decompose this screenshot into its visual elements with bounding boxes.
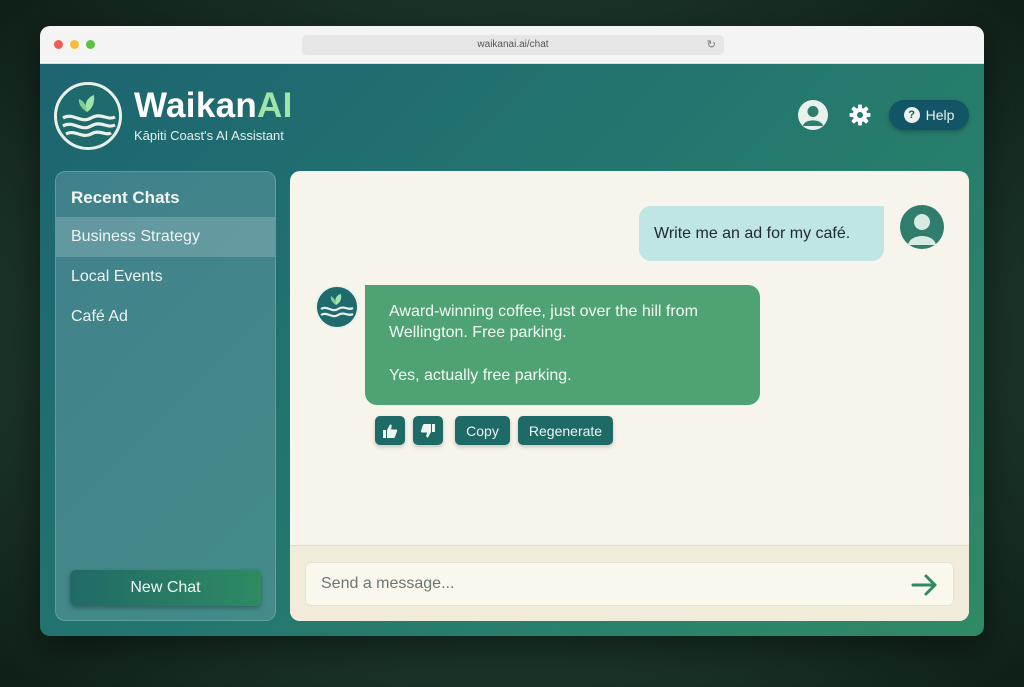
send-button[interactable]	[910, 572, 940, 598]
composer	[290, 545, 969, 621]
browser-titlebar: waikanai.ai/chat ↻	[40, 26, 984, 64]
thumbs-down-button[interactable]	[413, 416, 443, 445]
assistant-avatar-icon	[315, 285, 359, 329]
user-message-bubble: Write me an ad for my café.	[639, 206, 884, 261]
maximize-window-button[interactable]	[86, 40, 95, 49]
assistant-message-paragraph: Award-winning coffee, just over the hill…	[389, 303, 698, 341]
new-chat-button[interactable]: New Chat	[70, 570, 261, 606]
brand-title: WaikanAI	[134, 86, 293, 126]
address-bar[interactable]: waikanai.ai/chat ↻	[302, 35, 724, 55]
help-icon: ?	[903, 107, 920, 123]
sidebar-item-local-events[interactable]: Local Events	[56, 257, 275, 297]
chat-panel: Write me an ad for my café. Award-winnin…	[290, 171, 969, 621]
copy-button[interactable]: Copy	[455, 416, 510, 445]
app-area: WaikanAI Kāpiti Coast's AI Assistant ? H…	[40, 64, 984, 636]
message-input[interactable]	[305, 562, 954, 606]
user-avatar	[900, 205, 944, 249]
reload-icon[interactable]: ↻	[707, 35, 716, 55]
thumbs-up-icon	[383, 424, 398, 438]
regenerate-button[interactable]: Regenerate	[518, 416, 613, 445]
arrow-right-icon	[911, 574, 937, 596]
help-label: Help	[925, 107, 955, 123]
minimize-window-button[interactable]	[70, 40, 79, 49]
window-controls	[54, 40, 95, 49]
waikanai-logo-icon	[54, 82, 122, 150]
brand-name: Waikan	[134, 86, 258, 125]
sidebar-item-business-strategy[interactable]: Business Strategy	[56, 217, 275, 257]
settings-button[interactable]	[848, 103, 872, 127]
close-window-button[interactable]	[54, 40, 63, 49]
thumbs-up-button[interactable]	[375, 416, 405, 445]
assistant-message-paragraph: Yes, actually free parking.	[389, 367, 572, 384]
sidebar: Recent Chats Business Strategy Local Eve…	[55, 171, 276, 621]
thumbs-down-icon	[420, 423, 435, 437]
user-icon	[908, 214, 936, 245]
brand-ai-suffix: AI	[257, 86, 293, 125]
gear-icon	[849, 104, 871, 126]
sidebar-title: Recent Chats	[71, 188, 180, 207]
user-icon	[803, 106, 823, 126]
browser-window: waikanai.ai/chat ↻ WaikanAI Kāpiti Coast…	[40, 26, 984, 636]
url-text: waikanai.ai/chat	[477, 39, 549, 50]
brand-subtitle: Kāpiti Coast's AI Assistant	[134, 128, 284, 143]
help-button[interactable]: ? Help	[889, 100, 969, 130]
profile-avatar-button[interactable]	[798, 100, 828, 130]
assistant-message-bubble: Award-winning coffee, just over the hill…	[365, 285, 760, 405]
sidebar-item-cafe-ad[interactable]: Café Ad	[56, 297, 275, 337]
